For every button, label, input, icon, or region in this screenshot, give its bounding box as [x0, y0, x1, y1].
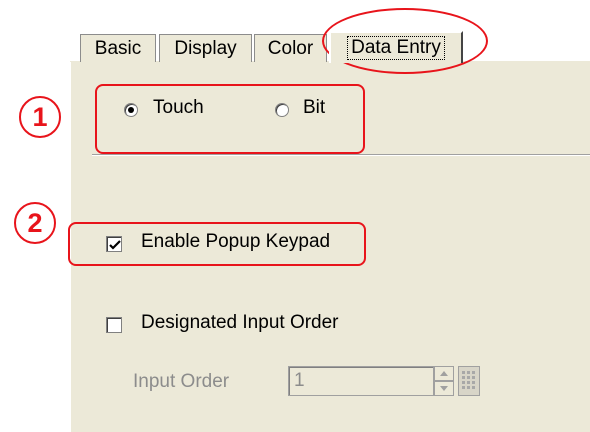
- tab-display-label: Display: [174, 37, 237, 59]
- input-order-label: Input Order: [133, 371, 230, 392]
- spin-up-button[interactable]: [434, 366, 454, 381]
- input-order-spinner[interactable]: [434, 366, 454, 396]
- designated-input-order-label: Designated Input Order: [141, 312, 339, 333]
- annotation-number-2-text: 2: [27, 207, 43, 238]
- checkmark-icon: [109, 240, 121, 250]
- annotation-number-1-text: 1: [32, 101, 48, 132]
- touch-radio[interactable]: [124, 103, 138, 117]
- enable-popup-keypad-checkbox[interactable]: [106, 236, 122, 252]
- tab-basic[interactable]: Basic: [80, 34, 156, 62]
- arrow-down-icon: [440, 386, 448, 391]
- annotation-number-2: 2: [14, 202, 56, 244]
- spin-down-button[interactable]: [434, 381, 454, 396]
- annotation-number-1: 1: [19, 96, 61, 138]
- bit-radio[interactable]: [275, 103, 289, 117]
- tab-data-entry-label: Data Entry: [347, 36, 445, 60]
- tab-basic-label: Basic: [94, 37, 142, 59]
- bit-radio-label: Bit: [303, 97, 326, 118]
- annotation-box-trigger: [95, 84, 365, 154]
- keypad-button[interactable]: [458, 366, 480, 396]
- arrow-up-icon: [440, 371, 448, 376]
- tab-data-entry[interactable]: Data Entry: [329, 31, 463, 63]
- keypad-grid-icon: [458, 366, 480, 396]
- radio-selected-dot: [128, 107, 134, 113]
- input-order-field[interactable]: 1: [288, 366, 434, 396]
- tab-color[interactable]: Color: [254, 34, 327, 62]
- section-divider: [92, 154, 590, 156]
- tab-display[interactable]: Display: [159, 34, 252, 62]
- enable-popup-keypad-label: Enable Popup Keypad: [141, 231, 331, 252]
- touch-radio-label: Touch: [153, 97, 204, 118]
- designated-input-order-checkbox[interactable]: [106, 317, 122, 333]
- tab-color-label: Color: [267, 37, 314, 59]
